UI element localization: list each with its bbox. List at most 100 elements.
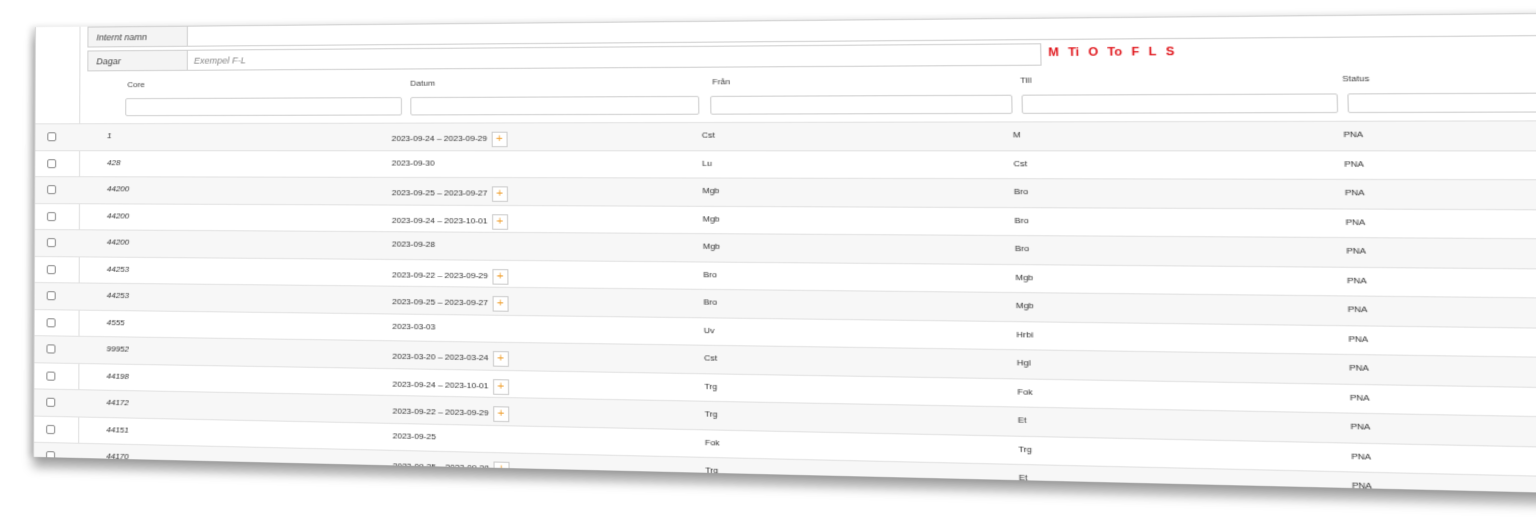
datum-text: 2023-09-28 bbox=[391, 239, 436, 249]
filter-fran-input[interactable] bbox=[710, 94, 1013, 115]
add-date-button[interactable]: + bbox=[492, 296, 509, 312]
cell-core: 428 bbox=[107, 157, 121, 167]
datum-text: 2023-09-24 – 2023-10-01 bbox=[392, 378, 489, 390]
cell-datum: 2023-09-25 – 2023-09-27 + bbox=[391, 185, 508, 202]
cell-fran: Cst bbox=[704, 353, 718, 363]
cell-fran: Uv bbox=[703, 325, 715, 335]
cell-till: M bbox=[1012, 129, 1021, 140]
internal-name-row: Internt namn bbox=[87, 12, 1536, 48]
cell-till: Fok bbox=[1017, 386, 1033, 397]
cell-core: 44172 bbox=[106, 397, 129, 408]
cell-till: Mgb bbox=[1015, 300, 1034, 311]
cell-till: Trg bbox=[1018, 443, 1032, 454]
table-row[interactable]: 1 2023-09-24 – 2023-09-29 + Cst M PNA bbox=[35, 120, 1536, 150]
row-checkbox[interactable] bbox=[46, 344, 56, 354]
weekday-sunday[interactable]: S bbox=[1166, 45, 1175, 58]
cell-datum: 2023-09-25 – 2023-09-27 + bbox=[392, 294, 509, 312]
cell-core: 1 bbox=[107, 131, 112, 141]
row-checkbox[interactable] bbox=[46, 317, 56, 327]
cell-status: PNA bbox=[1346, 245, 1367, 256]
column-header-fran[interactable]: Från bbox=[712, 77, 730, 86]
row-checkbox[interactable] bbox=[46, 397, 56, 407]
cell-till: Et bbox=[1017, 415, 1027, 426]
cell-datum: 2023-09-25+ bbox=[393, 431, 436, 441]
datum-text: 2023-09-22 – 2023-09-29 bbox=[392, 405, 489, 418]
cell-core: 44200 bbox=[106, 210, 130, 221]
cell-fran: Fok bbox=[704, 437, 720, 448]
cell-datum: 2023-09-22 – 2023-09-29 + bbox=[392, 403, 510, 423]
add-date-button[interactable]: + bbox=[492, 378, 509, 395]
filter-datum-input[interactable] bbox=[410, 95, 700, 116]
row-checkbox[interactable] bbox=[46, 238, 56, 248]
cell-fran: Mgb bbox=[702, 241, 721, 252]
cell-core: 44253 bbox=[106, 264, 130, 274]
row-checkbox[interactable] bbox=[46, 424, 56, 434]
cell-core: 44200 bbox=[106, 237, 130, 247]
datum-text: 2023-09-30 bbox=[391, 157, 435, 168]
column-header-core[interactable]: Core bbox=[127, 80, 144, 89]
cell-status: PNA bbox=[1345, 216, 1366, 227]
row-checkbox[interactable] bbox=[46, 264, 56, 274]
cell-fran: Trg bbox=[705, 465, 719, 476]
add-date-button[interactable]: + bbox=[492, 268, 509, 285]
row-checkbox[interactable] bbox=[47, 158, 57, 168]
weekday-friday[interactable]: F bbox=[1131, 46, 1139, 59]
weekday-monday[interactable]: M bbox=[1048, 46, 1059, 59]
row-checkbox[interactable] bbox=[46, 371, 56, 381]
datum-text: 2023-03-20 – 2023-03-24 bbox=[392, 351, 489, 362]
column-header-datum[interactable]: Datum bbox=[410, 79, 435, 88]
column-header-status[interactable]: Status bbox=[1342, 74, 1369, 84]
row-checkbox[interactable] bbox=[47, 185, 57, 195]
add-date-button[interactable]: + bbox=[491, 213, 508, 230]
cell-fran: Mgb bbox=[702, 185, 720, 196]
datum-text: 2023-09-25 – 2023-09-27 bbox=[391, 187, 488, 198]
weekday-wednesday[interactable]: O bbox=[1088, 46, 1098, 59]
cell-till: Hgl bbox=[1016, 357, 1031, 368]
cell-till: Bro bbox=[1014, 243, 1030, 254]
filter-row bbox=[36, 92, 1536, 120]
cell-status: PNA bbox=[1344, 158, 1365, 169]
row-checkbox[interactable] bbox=[46, 291, 56, 301]
cell-fran: Bro bbox=[703, 297, 718, 307]
column-header-till[interactable]: Till bbox=[1020, 75, 1032, 85]
cell-datum: 2023-09-22 – 2023-09-29 + bbox=[392, 267, 509, 285]
cell-status: PNA bbox=[1349, 392, 1370, 403]
cell-till: Hrbi bbox=[1016, 329, 1034, 340]
cell-fran: Mgb bbox=[702, 213, 720, 224]
datum-text: 2023-09-25 – 2023-09-28 bbox=[392, 460, 490, 473]
row-checkbox[interactable] bbox=[47, 132, 57, 142]
internal-name-input[interactable] bbox=[188, 13, 1536, 46]
cell-status: PNA bbox=[1350, 421, 1371, 432]
add-date-button[interactable]: + bbox=[491, 186, 508, 202]
filter-status-input[interactable] bbox=[1347, 92, 1536, 114]
cell-datum: 2023-09-24 – 2023-09-29 + bbox=[391, 131, 508, 148]
weekday-thursday[interactable]: To bbox=[1107, 46, 1122, 59]
datum-text: 2023-09-24 – 2023-10-01 bbox=[391, 214, 488, 225]
days-row: Dagar Exempel F-L bbox=[87, 43, 1042, 72]
cell-fran: Lu bbox=[702, 158, 712, 168]
cell-till: Mgb bbox=[1015, 272, 1034, 282]
datum-text: 2023-09-24 – 2023-09-29 bbox=[391, 133, 488, 143]
cell-till: Bro bbox=[1013, 186, 1029, 197]
cell-datum: 2023-09-24 – 2023-10-01 + bbox=[392, 376, 509, 395]
filter-core-input[interactable] bbox=[125, 97, 402, 117]
add-date-button[interactable]: + bbox=[492, 406, 510, 423]
weekday-tuesday[interactable]: Ti bbox=[1068, 46, 1079, 59]
filter-till-input[interactable] bbox=[1021, 93, 1339, 114]
weekday-saturday[interactable]: L bbox=[1148, 46, 1156, 59]
add-date-button[interactable]: + bbox=[492, 351, 509, 367]
row-checkbox[interactable] bbox=[46, 451, 56, 461]
row-checkbox[interactable] bbox=[46, 211, 56, 221]
cell-fran: Cst bbox=[701, 130, 715, 140]
cell-datum: 2023-03-20 – 2023-03-24 + bbox=[392, 349, 509, 367]
table-row[interactable]: 428 2023-09-30+ Lu Cst PNA bbox=[35, 149, 1536, 180]
days-input[interactable]: Exempel F-L bbox=[188, 44, 1041, 69]
cell-datum: 2023-09-24 – 2023-10-01 + bbox=[391, 212, 508, 230]
datum-text: 2023-09-22 – 2023-09-29 bbox=[392, 269, 488, 280]
cell-status: PNA bbox=[1348, 333, 1369, 344]
cell-core: 44253 bbox=[106, 290, 130, 301]
add-date-button[interactable]: + bbox=[491, 131, 508, 148]
cell-till: Cst bbox=[1013, 158, 1028, 168]
add-date-button[interactable]: + bbox=[493, 461, 510, 478]
cell-core: 44198 bbox=[106, 371, 129, 381]
